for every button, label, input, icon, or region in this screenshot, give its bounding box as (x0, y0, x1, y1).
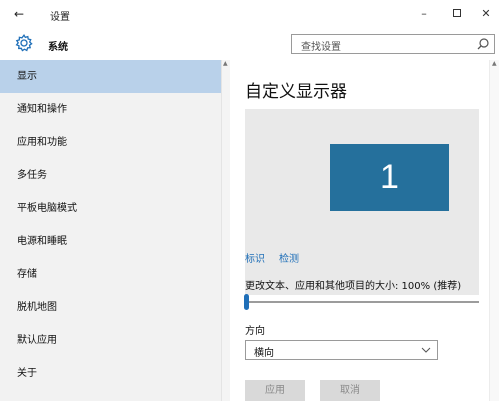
monitor-tile[interactable]: 1 (330, 144, 449, 211)
main-content: 自定义显示器 1 标识 检测 更改文本、应用和其他项目的大小: 100% (推荐… (231, 60, 489, 401)
search-icon[interactable] (476, 37, 490, 51)
detect-link[interactable]: 检测 (279, 250, 299, 265)
sidebar-item-notifications[interactable]: 通知和操作 (0, 93, 221, 126)
sidebar-scrollbar[interactable]: ▲ (221, 60, 230, 401)
app-name: 系统 (48, 42, 68, 53)
cancel-button[interactable]: 取消 (320, 380, 380, 401)
identify-link[interactable]: 标识 (245, 250, 265, 265)
sidebar-item-offline-maps[interactable]: 脱机地图 (0, 291, 221, 324)
window-title: 设置 (50, 12, 70, 23)
maximize-button[interactable] (446, 5, 468, 23)
sidebar-item-about[interactable]: 关于 (0, 357, 221, 390)
slider-thumb[interactable] (244, 294, 249, 310)
orientation-label: 方向 (245, 326, 265, 337)
minimize-icon: – (421, 7, 427, 20)
back-button[interactable]: ← (10, 6, 28, 22)
sidebar-item-apps[interactable]: 应用和功能 (0, 126, 221, 159)
display-preview: 1 (245, 109, 479, 295)
back-arrow-icon: ← (13, 7, 25, 21)
sidebar-item-tablet-mode[interactable]: 平板电脑模式 (0, 192, 221, 225)
content-scrollbar[interactable]: ▲ (489, 60, 499, 401)
sidebar-item-power-sleep[interactable]: 电源和睡眠 (0, 225, 221, 258)
scroll-up-arrow-icon[interactable]: ▲ (492, 60, 497, 67)
orientation-value: 横向 (254, 348, 274, 359)
scale-label: 更改文本、应用和其他项目的大小: 100% (推荐) (245, 281, 462, 292)
sidebar-item-default-apps[interactable]: 默认应用 (0, 324, 221, 357)
gear-icon (15, 34, 33, 52)
close-icon: ✕ (481, 7, 491, 20)
app-header: 系统 查找设置 (0, 28, 499, 60)
sidebar-item-display[interactable]: 显示 (0, 60, 221, 93)
page-title: 自定义显示器 (245, 82, 347, 102)
scroll-up-arrow-icon[interactable]: ▲ (223, 60, 228, 67)
title-bar: ← 设置 – ✕ (0, 0, 499, 28)
minimize-button[interactable]: – (413, 5, 435, 23)
close-button[interactable]: ✕ (475, 5, 497, 23)
maximize-icon (453, 9, 461, 17)
search-input[interactable]: 查找设置 (291, 34, 495, 54)
search-placeholder: 查找设置 (301, 42, 341, 53)
slider-track (245, 301, 479, 303)
sidebar-item-multitasking[interactable]: 多任务 (0, 159, 221, 192)
chevron-down-icon (421, 347, 431, 353)
apply-button[interactable]: 应用 (245, 380, 305, 401)
orientation-dropdown[interactable]: 横向 (245, 340, 438, 360)
monitor-number: 1 (380, 158, 399, 196)
sidebar-item-storage[interactable]: 存储 (0, 258, 221, 291)
scale-slider[interactable] (244, 292, 479, 312)
sidebar: 显示 通知和操作 应用和功能 多任务 平板电脑模式 电源和睡眠 存储 脱机地图 … (0, 60, 221, 401)
